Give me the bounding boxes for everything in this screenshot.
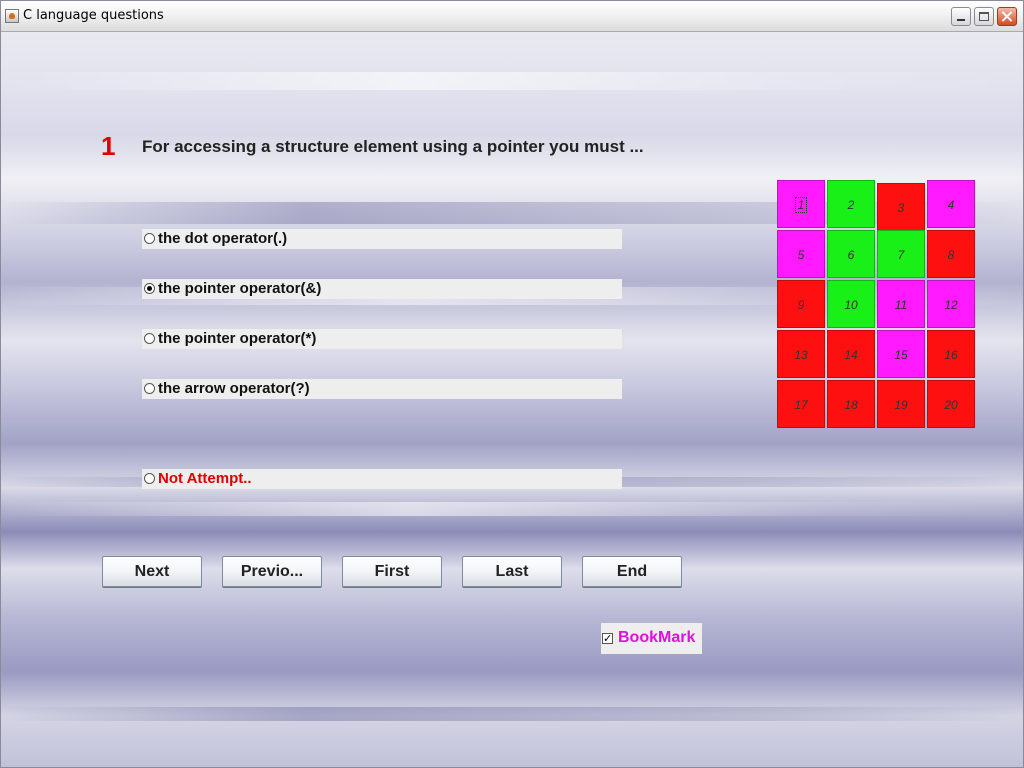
end-button[interactable]: End xyxy=(582,556,682,587)
question-cell-label: 4 xyxy=(947,198,955,212)
question-cell-19[interactable]: 19 xyxy=(877,380,925,428)
window-title: C language questions xyxy=(23,8,164,23)
question-cell-label: 10 xyxy=(844,298,858,312)
background-streak xyxy=(1,72,1023,90)
radio-button[interactable] xyxy=(144,233,155,244)
question-cell-3[interactable]: 3 xyxy=(877,183,925,231)
first-button[interactable]: First xyxy=(342,556,442,587)
question-cell-7[interactable]: 7 xyxy=(877,230,925,278)
quiz-panel: 1 For accessing a structure element usin… xyxy=(1,32,1023,767)
question-cell-10[interactable]: 10 xyxy=(827,280,875,328)
question-cell-14[interactable]: 14 xyxy=(827,330,875,378)
question-cell-16[interactable]: 16 xyxy=(927,330,975,378)
question-cell-4[interactable]: 4 xyxy=(927,180,975,228)
radio-button[interactable] xyxy=(144,333,155,344)
answer-option-2[interactable]: the pointer operator(&) xyxy=(142,279,622,299)
answer-option-4[interactable]: the arrow operator(?) xyxy=(142,379,622,399)
question-cell-label: 20 xyxy=(944,398,958,412)
question-cell-2[interactable]: 2 xyxy=(827,180,875,228)
question-cell-label: 18 xyxy=(844,398,858,412)
question-cell-13[interactable]: 13 xyxy=(777,330,825,378)
question-cell-18[interactable]: 18 xyxy=(827,380,875,428)
option-label[interactable]: the pointer operator(*) xyxy=(158,330,316,347)
radio-button[interactable] xyxy=(144,383,155,394)
question-number: 1 xyxy=(101,131,116,161)
question-cell-label: 9 xyxy=(797,298,805,312)
question-cell-label: 12 xyxy=(944,298,958,312)
question-cell-label: 14 xyxy=(844,348,858,362)
question-cell-label: 11 xyxy=(894,298,908,312)
answer-option-1[interactable]: the dot operator(.) xyxy=(142,229,622,249)
maximize-button[interactable] xyxy=(974,7,994,26)
question-cell-label: 13 xyxy=(794,348,808,362)
question-cell-9[interactable]: 9 xyxy=(777,280,825,328)
checkbox-checked[interactable]: ✓ xyxy=(602,633,613,644)
question-cell-label: 17 xyxy=(794,398,808,412)
answer-option-3[interactable]: the pointer operator(*) xyxy=(142,329,622,349)
question-text: For accessing a structure element using … xyxy=(142,137,644,156)
radio-button-selected[interactable] xyxy=(144,283,155,294)
option-label[interactable]: the arrow operator(?) xyxy=(158,380,310,397)
background-streak xyxy=(1,707,1023,721)
question-cell-5[interactable]: 5 xyxy=(777,230,825,278)
question-cell-label: 5 xyxy=(797,248,805,262)
close-button[interactable] xyxy=(997,7,1017,26)
question-cell-15[interactable]: 15 xyxy=(877,330,925,378)
next-button[interactable]: Next xyxy=(102,556,202,587)
last-button[interactable]: Last xyxy=(462,556,562,587)
previous-button[interactable]: Previo... xyxy=(222,556,322,587)
option-label[interactable]: the dot operator(.) xyxy=(158,230,287,247)
question-cell-label: 7 xyxy=(897,248,905,262)
question-cell-label: 16 xyxy=(944,348,958,362)
option-label[interactable]: the pointer operator(&) xyxy=(158,280,321,297)
radio-button[interactable] xyxy=(144,473,155,484)
question-cell-20[interactable]: 20 xyxy=(927,380,975,428)
option-label[interactable]: Not Attempt.. xyxy=(158,470,252,487)
question-cell-11[interactable]: 11 xyxy=(877,280,925,328)
question-cell-label: 15 xyxy=(894,348,908,362)
background-streak xyxy=(1,502,1023,516)
question-cell-label: 8 xyxy=(947,248,955,262)
question-cell-label: 3 xyxy=(897,201,905,215)
question-cell-1[interactable]: 1 xyxy=(777,180,825,228)
question-cell-label: 6 xyxy=(847,248,855,262)
question-cell-label: 19 xyxy=(894,398,908,412)
bookmark-checkbox[interactable]: ✓ BookMark xyxy=(601,623,702,654)
java-app-icon[interactable] xyxy=(5,9,19,23)
not-attempt-option[interactable]: Not Attempt.. xyxy=(142,469,622,489)
app-window: C language questions 1 For accessing a s… xyxy=(0,0,1024,768)
question-navigator-grid: 1 2 3 4 5 6 7 8 9 10 11 12 13 14 15 16 17 18 19 20 xyxy=(777,180,977,430)
question-cell-8[interactable]: 8 xyxy=(927,230,975,278)
minimize-button[interactable] xyxy=(951,7,971,26)
question-cell-label: 1 xyxy=(794,197,808,213)
question-cell-12[interactable]: 12 xyxy=(927,280,975,328)
question-cell-6[interactable]: 6 xyxy=(827,230,875,278)
question-cell-label: 2 xyxy=(847,198,855,212)
title-bar[interactable]: C language questions xyxy=(1,1,1023,32)
question-cell-17[interactable]: 17 xyxy=(777,380,825,428)
bookmark-label[interactable]: BookMark xyxy=(618,629,695,647)
